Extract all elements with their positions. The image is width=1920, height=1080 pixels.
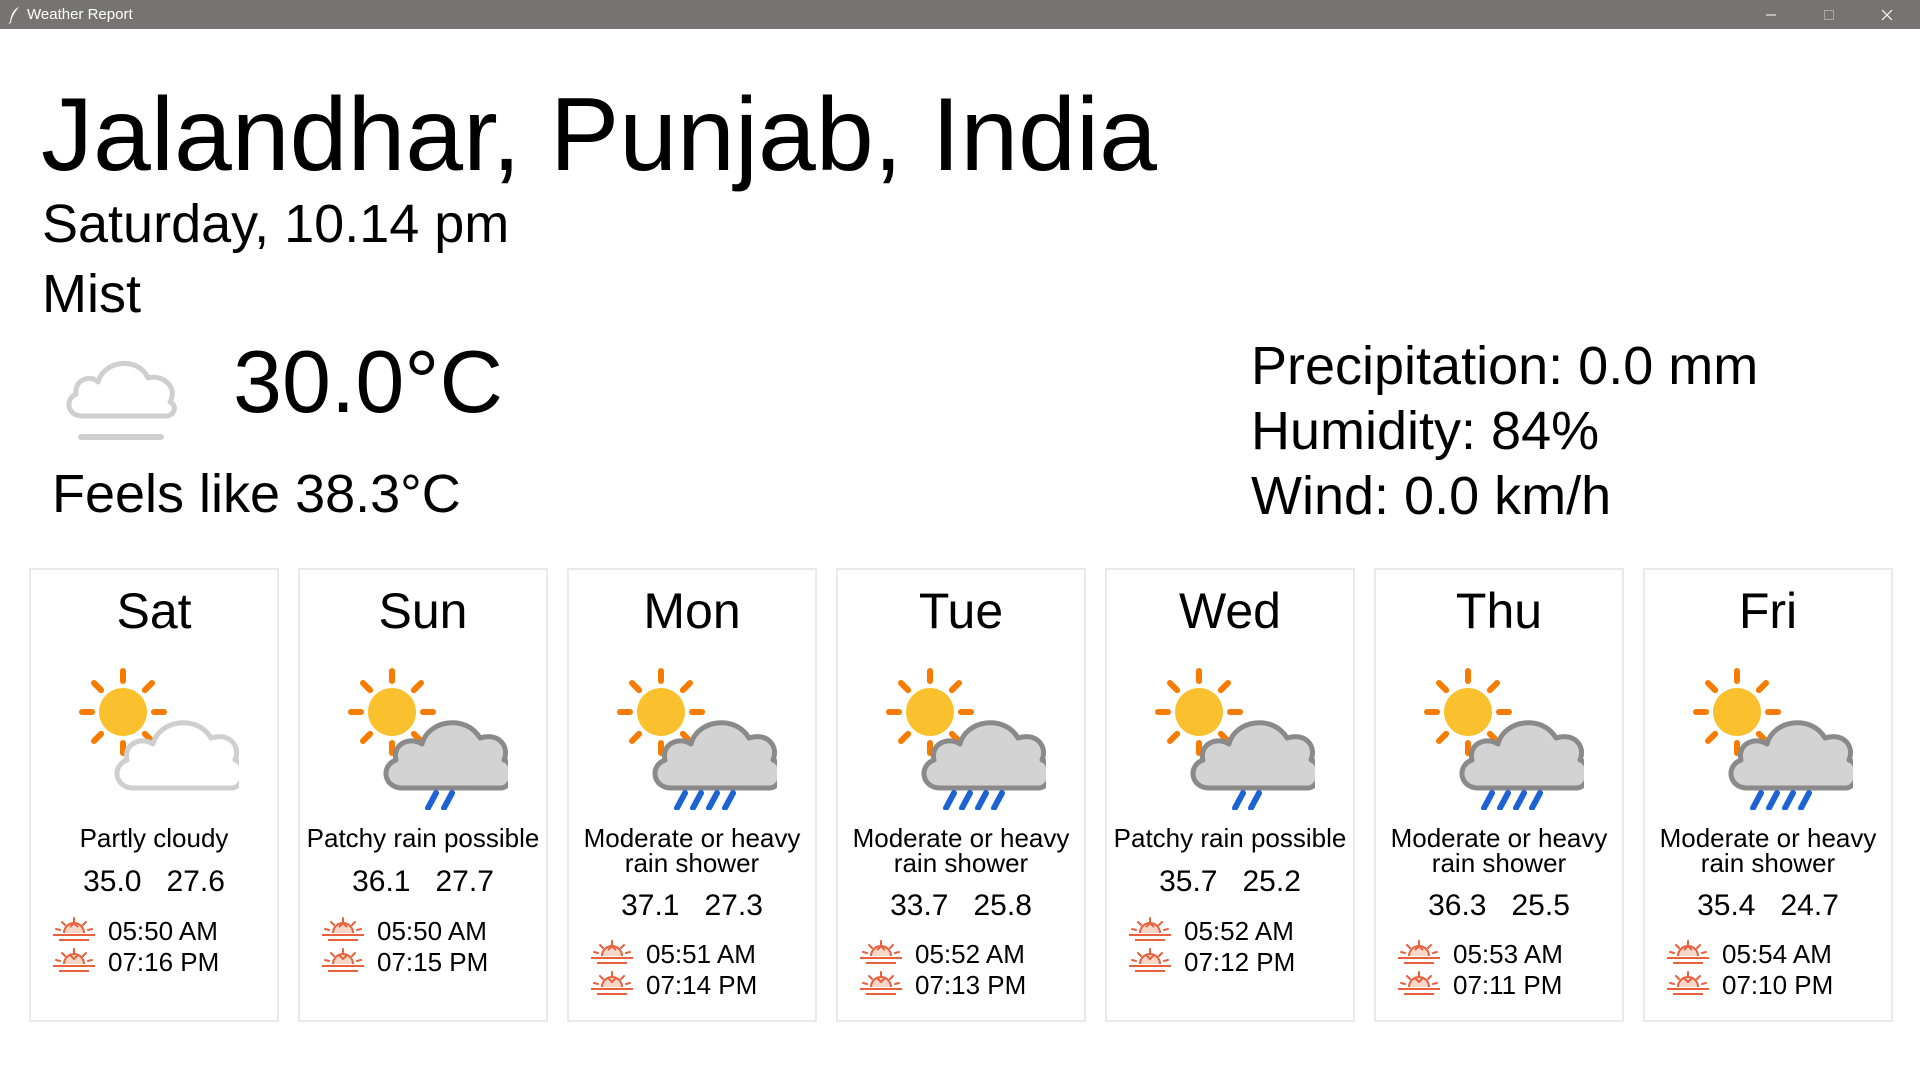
- sunrise-row: 05:51 AM: [569, 938, 815, 970]
- sunrise-time: 05:50 AM: [377, 916, 487, 946]
- sunset-time: 07:14 PM: [646, 970, 758, 1000]
- sunset-time: 07:12 PM: [1184, 947, 1296, 977]
- day-name: Sat: [116, 583, 192, 639]
- forecast-card: Fri Moderate or heavy rain shower 35.4 24.…: [1643, 568, 1893, 1022]
- sunset-row: 07:14 PM: [569, 969, 815, 1001]
- sunset-row: 07:10 PM: [1645, 969, 1891, 1001]
- sunrise-time: 05:52 AM: [1184, 916, 1294, 946]
- day-name: Sun: [378, 583, 468, 639]
- day-description: Patchy rain possible: [1113, 823, 1347, 853]
- current-stats: Precipitation: 0.0 mm Humidity: 84% Wind…: [1251, 334, 1758, 529]
- title-bar: Weather Report: [0, 0, 1920, 29]
- day-temperatures: 36.3 25.5: [1428, 889, 1570, 922]
- day-temperatures: 36.1 27.7: [352, 865, 494, 898]
- day-description: Patchy rain possible: [306, 823, 540, 853]
- forecast-card: Sat Partly cloudy 35.0 27.6 05:50 AM 07:16 P…: [29, 568, 279, 1022]
- feather-app-icon: [8, 6, 22, 24]
- humidity-text: Humidity: 84%: [1251, 401, 1600, 461]
- patchy-rain-icon: [340, 662, 515, 811]
- sunrise-icon: [589, 938, 635, 968]
- sunrise-icon: [1396, 938, 1442, 968]
- sunrise-row: 05:54 AM: [1645, 938, 1891, 970]
- precipitation-text: Precipitation: 0.0 mm: [1251, 336, 1759, 396]
- sunset-icon: [858, 969, 904, 999]
- sunrise-icon: [1127, 915, 1173, 945]
- day-name: Thu: [1455, 583, 1543, 639]
- sunset-row: 07:12 PM: [1107, 946, 1353, 978]
- day-temperatures: 37.1 27.3: [621, 889, 763, 922]
- sunrise-icon: [1665, 938, 1711, 968]
- maximize-button[interactable]: [1800, 0, 1858, 29]
- sunrise-time: 05:53 AM: [1453, 939, 1563, 969]
- sunset-icon: [1396, 969, 1442, 999]
- mist-cloud-icon: [60, 342, 186, 446]
- sunset-row: 07:11 PM: [1376, 969, 1622, 1001]
- day-name: Wed: [1179, 583, 1281, 639]
- current-temperature: 30.0°C: [233, 332, 504, 431]
- sunrise-icon: [51, 915, 97, 945]
- day-temperatures: 33.7 25.8: [890, 889, 1032, 922]
- day-name: Tue: [918, 583, 1004, 639]
- sunset-time: 07:11 PM: [1453, 970, 1563, 1000]
- heavy-rain-shower-icon: [609, 662, 784, 811]
- minimize-icon: [1766, 14, 1776, 15]
- heavy-rain-shower-icon: [1685, 662, 1860, 811]
- minimize-button[interactable]: [1742, 0, 1800, 29]
- sunrise-row: 05:52 AM: [838, 938, 1084, 970]
- day-name: Mon: [643, 583, 741, 639]
- day-temperatures: 35.0 27.6: [83, 865, 225, 898]
- day-description: Moderate or heavy rain shower: [1390, 823, 1608, 878]
- sunrise-icon: [858, 938, 904, 968]
- sunrise-row: 05:53 AM: [1376, 938, 1622, 970]
- sunset-time: 07:16 PM: [108, 947, 220, 977]
- wind-text: Wind: 0.0 km/h: [1251, 466, 1612, 526]
- sunset-row: 07:15 PM: [300, 946, 546, 978]
- location-heading: Jalandhar, Punjab, India: [41, 77, 1157, 193]
- patchy-rain-icon: [1147, 662, 1322, 811]
- day-name: Fri: [1738, 583, 1798, 639]
- sunrise-time: 05:50 AM: [108, 916, 218, 946]
- sunset-time: 07:10 PM: [1722, 970, 1834, 1000]
- forecast-card: Mon Moderate or heavy rain shower 37.1 27.…: [567, 568, 817, 1022]
- sunset-icon: [1665, 969, 1711, 999]
- day-temperatures: 35.4 24.7: [1697, 889, 1839, 922]
- day-description: Partly cloudy: [79, 823, 229, 853]
- sunset-icon: [51, 946, 97, 976]
- sunset-icon: [589, 969, 635, 999]
- forecast-card: Wed Patchy rain possible 35.7 25.2 05:52 AM…: [1105, 568, 1355, 1022]
- forecast-card: Thu Moderate or heavy rain shower 36.3 25.…: [1374, 568, 1624, 1022]
- partly-cloudy-icon: [71, 662, 246, 810]
- day-description: Moderate or heavy rain shower: [583, 823, 801, 878]
- current-datetime: Saturday, 10.14 pm: [42, 194, 510, 254]
- sunrise-row: 05:52 AM: [1107, 915, 1353, 947]
- maximize-icon: [1824, 9, 1834, 20]
- heavy-rain-shower-icon: [1416, 662, 1591, 811]
- day-temperatures: 35.7 25.2: [1159, 865, 1301, 898]
- heavy-rain-shower-icon: [878, 662, 1053, 811]
- forecast-card: Sun Patchy rain possible 36.1 27.7 05:50 AM…: [298, 568, 548, 1022]
- day-description: Moderate or heavy rain shower: [1659, 823, 1877, 878]
- day-description: Moderate or heavy rain shower: [852, 823, 1070, 878]
- sunset-icon: [320, 946, 366, 976]
- sunrise-icon: [320, 915, 366, 945]
- sunset-row: 07:13 PM: [838, 969, 1084, 1001]
- sunrise-row: 05:50 AM: [31, 915, 277, 947]
- current-condition: Mist: [42, 264, 141, 324]
- window-title: Weather Report: [27, 6, 133, 23]
- sunset-row: 07:16 PM: [31, 946, 277, 978]
- sunset-time: 07:15 PM: [377, 947, 489, 977]
- feels-like-text: Feels like 38.3°C: [52, 464, 461, 524]
- sunset-icon: [1127, 946, 1173, 976]
- sunset-time: 07:13 PM: [915, 970, 1027, 1000]
- close-button[interactable]: [1858, 0, 1916, 29]
- sunrise-time: 05:54 AM: [1722, 939, 1832, 969]
- sunrise-time: 05:52 AM: [915, 939, 1025, 969]
- sunrise-row: 05:50 AM: [300, 915, 546, 947]
- forecast-card: Tue Moderate or heavy rain shower 33.7 25.…: [836, 568, 1086, 1022]
- close-icon: [1881, 9, 1893, 20]
- sunrise-time: 05:51 AM: [646, 939, 756, 969]
